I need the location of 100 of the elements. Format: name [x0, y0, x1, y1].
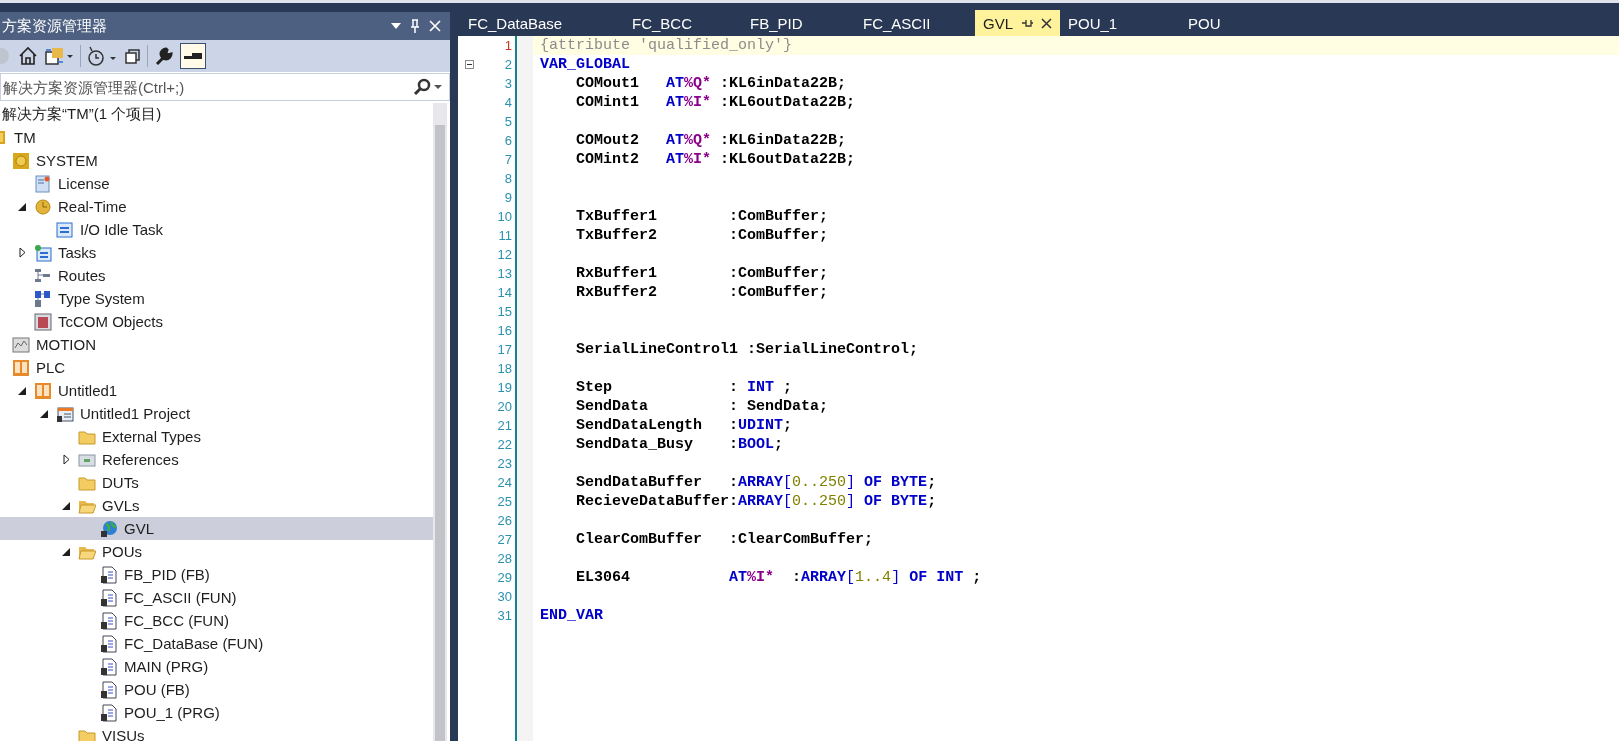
- close-icon[interactable]: [1041, 17, 1052, 29]
- tree-item[interactable]: POU (FB): [0, 678, 433, 701]
- search-icon[interactable]: [413, 78, 431, 96]
- search-field[interactable]: 解决方案资源管理器(Ctrl+;): [1, 78, 413, 96]
- editor-tab[interactable]: FC_ASCII: [855, 10, 975, 36]
- line-number: 29: [496, 570, 512, 585]
- code-line: Step : INT ;: [575, 378, 794, 397]
- tree-item[interactable]: TcCOM Objects: [0, 310, 433, 333]
- dropdown-arrow-icon[interactable]: [391, 23, 401, 29]
- document-icon: [100, 611, 118, 630]
- clock-icon: [34, 197, 52, 216]
- expand-arrow-icon[interactable]: [62, 454, 70, 465]
- tree-item[interactable]: External Types: [0, 425, 433, 448]
- task-icon: [56, 220, 74, 239]
- line-number: 17: [496, 342, 512, 357]
- project-file-icon: [56, 404, 74, 423]
- tree-item[interactable]: TM: [0, 126, 433, 149]
- line-number: 18: [496, 361, 512, 376]
- line-number: 3: [503, 76, 512, 91]
- editor-tab[interactable]: FC_DataBase: [460, 10, 624, 36]
- pin-icon[interactable]: [1021, 18, 1033, 28]
- line-number: 27: [496, 532, 512, 547]
- tree-item[interactable]: Untitled1 Project: [0, 402, 433, 425]
- line-number: 23: [496, 456, 512, 471]
- tree-item[interactable]: References: [0, 448, 433, 471]
- home-icon[interactable]: [18, 46, 38, 66]
- code-line: ClearComBuffer :ClearComBuffer;: [575, 530, 875, 549]
- tree-item[interactable]: FC_BCC (FUN): [0, 609, 433, 632]
- search-box[interactable]: 解决方案资源管理器(Ctrl+;): [0, 73, 450, 101]
- document-icon: [100, 634, 118, 653]
- gear-icon: [12, 151, 30, 170]
- expand-arrow-icon[interactable]: [18, 247, 26, 258]
- preview-toggle-button[interactable]: [180, 43, 206, 69]
- tree-item[interactable]: 解决方案“TM”(1 个项目): [2, 103, 433, 126]
- line-number: 5: [503, 114, 512, 129]
- tree-item[interactable]: GVL: [0, 517, 433, 540]
- document-icon: [100, 680, 118, 699]
- scrollbar[interactable]: [433, 103, 447, 741]
- code-line: SendDataLength :UDINT;: [575, 416, 794, 435]
- tree-item[interactable]: Untitled1: [0, 379, 433, 402]
- code-line: COMint1 AT%I* :KL6outData22B;: [575, 93, 857, 112]
- line-number: 4: [503, 95, 512, 110]
- tree-item[interactable]: MAIN (PRG): [0, 655, 433, 678]
- collapse-arrow-icon[interactable]: [62, 547, 70, 556]
- editor-tab[interactable]: POU: [1180, 10, 1268, 36]
- tree-item[interactable]: POU_1 (PRG): [0, 701, 433, 724]
- tree-item[interactable]: Real-Time: [0, 195, 433, 218]
- line-number: 24: [496, 475, 512, 490]
- tree-item[interactable]: FB_PID (FB): [0, 563, 433, 586]
- line-number: 1: [503, 38, 512, 53]
- editor-tab[interactable]: GVL: [975, 10, 1060, 36]
- line-number: 20: [496, 399, 512, 414]
- component-icon: [34, 312, 52, 331]
- collapse-box-icon[interactable]: [464, 60, 474, 69]
- line-number: 22: [496, 437, 512, 452]
- tree-item[interactable]: License: [0, 172, 433, 195]
- tree-item[interactable]: Routes: [0, 264, 433, 287]
- certificate-icon: [34, 174, 52, 193]
- tree-item[interactable]: GVLs: [0, 494, 433, 517]
- wrench-icon[interactable]: [154, 46, 174, 66]
- collapse-arrow-icon[interactable]: [18, 202, 26, 211]
- line-number: 30: [496, 589, 512, 604]
- document-icon: [100, 657, 118, 676]
- tree-item[interactable]: Tasks: [0, 241, 433, 264]
- code-line: SerialLineControl1 :SerialLineControl;: [575, 340, 920, 359]
- collapse-arrow-icon[interactable]: [18, 386, 26, 395]
- code-line: COMint2 AT%I* :KL6outData22B;: [575, 150, 857, 169]
- preview-icon: [184, 53, 202, 59]
- line-number: 2: [503, 57, 512, 72]
- tree-item[interactable]: POUs: [0, 540, 433, 563]
- line-number: 26: [496, 513, 512, 528]
- line-number: 7: [503, 152, 512, 167]
- tree-item[interactable]: SYSTEM: [0, 149, 433, 172]
- tree-item[interactable]: Type System: [0, 287, 433, 310]
- code-line: SendDataBuffer :ARRAY[0..250] OF BYTE;: [575, 473, 938, 492]
- tree-item[interactable]: I/O Idle Task: [0, 218, 433, 241]
- history-clock-icon[interactable]: [87, 45, 119, 67]
- editor-tab[interactable]: FC_BCC: [624, 10, 742, 36]
- code-line: RecieveDataBuffer:ARRAY[0..250] OF BYTE;: [575, 492, 938, 511]
- collapse-arrow-icon[interactable]: [40, 409, 48, 418]
- line-number: 15: [496, 304, 512, 319]
- collapse-arrow-icon[interactable]: [62, 501, 70, 510]
- code-line: EL3064 AT%I* :ARRAY[1..4] OF INT ;: [575, 568, 983, 587]
- code-line: TxBuffer2 :ComBuffer;: [575, 226, 830, 245]
- tree-item[interactable]: VISUs: [0, 724, 433, 741]
- tree-item[interactable]: DUTs: [0, 471, 433, 494]
- tree-item[interactable]: PLC: [0, 356, 433, 379]
- type-system-icon: [34, 289, 52, 308]
- plc-icon: [12, 358, 30, 377]
- tree-item[interactable]: FC_ASCII (FUN): [0, 586, 433, 609]
- code-line: SendData_Busy :BOOL;: [575, 435, 785, 454]
- editor-tab[interactable]: POU_1: [1060, 10, 1180, 36]
- line-number: 31: [496, 608, 512, 623]
- windows-icon[interactable]: [125, 48, 141, 64]
- tree-item[interactable]: MOTION: [0, 333, 433, 356]
- motion-icon: [12, 335, 30, 354]
- code-line: VAR_GLOBAL: [539, 55, 631, 74]
- tree-item[interactable]: FC_DataBase (FUN): [0, 632, 433, 655]
- sync-documents-icon[interactable]: [44, 46, 74, 66]
- editor-tab[interactable]: FB_PID: [742, 10, 855, 36]
